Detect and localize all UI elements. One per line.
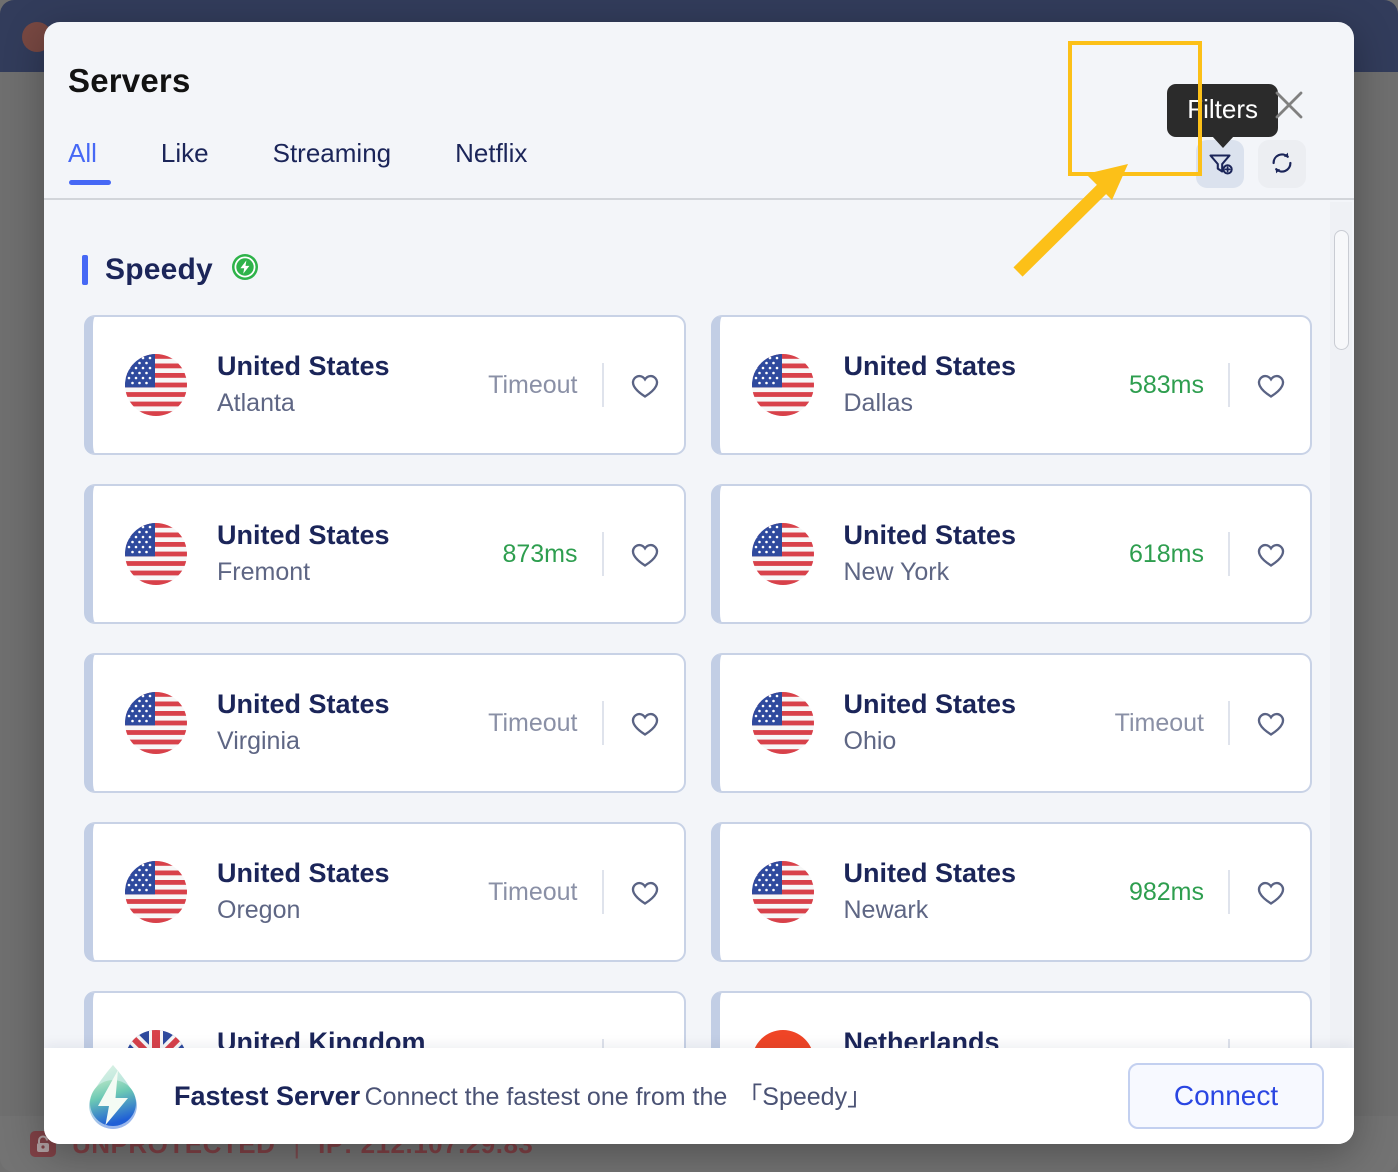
tab-streaming[interactable]: Streaming bbox=[273, 138, 392, 185]
favorite-heart-icon[interactable] bbox=[1254, 875, 1288, 909]
modal-header: Servers All Like Streaming Netflix Filte… bbox=[44, 22, 1354, 200]
card-divider bbox=[1228, 532, 1230, 576]
refresh-icon bbox=[1268, 149, 1296, 180]
card-divider bbox=[1228, 363, 1230, 407]
server-card[interactable]: United States New York 618ms bbox=[710, 484, 1312, 624]
tab-all[interactable]: All bbox=[68, 138, 111, 185]
tab-bar: All Like Streaming Netflix bbox=[68, 138, 527, 185]
us-flag-icon bbox=[125, 692, 187, 754]
server-city: Dallas bbox=[843, 389, 913, 418]
lightning-bolt-badge-icon bbox=[230, 252, 260, 287]
server-card[interactable]: United States Ohio Timeout bbox=[710, 653, 1312, 793]
tab-netflix[interactable]: Netflix bbox=[455, 138, 527, 185]
filter-add-icon bbox=[1206, 149, 1234, 180]
card-divider bbox=[601, 701, 604, 745]
server-latency: 873ms bbox=[502, 539, 578, 568]
us-flag-icon: ★★★★★★ bbox=[125, 354, 187, 416]
server-city: Atlanta bbox=[217, 389, 295, 418]
server-card[interactable]: Netherlands Amsterdam 782ms bbox=[710, 991, 1312, 1048]
server-city: Oregon bbox=[217, 896, 301, 925]
fastest-server-subtitle: Connect the fastest one from the 「Speedy」 bbox=[365, 1083, 873, 1111]
card-divider bbox=[601, 1039, 604, 1048]
card-divider bbox=[1228, 701, 1230, 745]
favorite-heart-icon[interactable] bbox=[1254, 706, 1288, 740]
fastest-server-title: Fastest Server bbox=[174, 1080, 361, 1111]
uk-flag-icon bbox=[125, 1030, 187, 1048]
server-country: United States bbox=[217, 858, 390, 889]
server-latency: Timeout bbox=[1114, 708, 1204, 737]
server-list-area: Speedy ★★★★★★ United States Atlanta bbox=[44, 200, 1354, 1048]
server-city: New York bbox=[843, 558, 950, 587]
us-flag-icon bbox=[125, 861, 187, 923]
favorite-heart-icon[interactable] bbox=[628, 368, 662, 402]
favorite-heart-icon[interactable] bbox=[628, 537, 662, 571]
server-latency: Timeout bbox=[488, 708, 578, 737]
fastest-server-subtitle-text: Connect the fastest one from the bbox=[364, 1082, 728, 1111]
server-latency: Timeout bbox=[488, 877, 578, 906]
fastest-server-bar: Fastest Server Connect the fastest one f… bbox=[44, 1048, 1354, 1144]
us-flag-icon bbox=[751, 523, 814, 585]
favorite-heart-icon[interactable] bbox=[1254, 537, 1288, 571]
server-card[interactable]: United States Dallas 583ms bbox=[710, 315, 1312, 455]
server-city: Fremont bbox=[217, 558, 311, 587]
server-latency: 618ms bbox=[1128, 539, 1204, 568]
server-latency: 583ms bbox=[1128, 370, 1204, 399]
server-grid: ★★★★★★ United States Atlanta Timeout Uni… bbox=[44, 287, 1354, 1048]
close-icon bbox=[1272, 88, 1306, 127]
fastest-server-subtitle-quoted: 「Speedy」 bbox=[737, 1082, 873, 1111]
server-city: Newark bbox=[843, 896, 929, 925]
server-card[interactable]: ★★★★★★ United States Atlanta Timeout bbox=[84, 315, 686, 455]
list-scrollbar-track[interactable] bbox=[1330, 202, 1352, 1048]
server-card[interactable]: United States Oregon Timeout bbox=[84, 822, 686, 962]
server-latency: 982ms bbox=[1128, 877, 1204, 906]
card-divider bbox=[1228, 1039, 1230, 1048]
section-accent-bar bbox=[82, 254, 88, 285]
server-country: United States bbox=[217, 351, 390, 382]
servers-modal: Servers All Like Streaming Netflix Filte… bbox=[44, 22, 1354, 1144]
server-card[interactable]: United States Fremont 873ms bbox=[84, 484, 686, 624]
favorite-heart-icon[interactable] bbox=[1254, 368, 1288, 402]
server-city: Ohio bbox=[843, 727, 897, 756]
page-title: Servers bbox=[68, 62, 191, 99]
card-divider bbox=[601, 363, 604, 407]
filters-tooltip: Filters bbox=[1167, 84, 1278, 137]
us-flag-icon bbox=[125, 523, 187, 585]
nl-flag-icon bbox=[751, 1030, 814, 1048]
list-scrollbar-thumb[interactable] bbox=[1334, 230, 1349, 350]
server-country: United States bbox=[843, 520, 1017, 551]
section-header-speedy: Speedy bbox=[44, 200, 1354, 287]
tab-like[interactable]: Like bbox=[161, 138, 209, 185]
server-country: United Kingdom bbox=[217, 1027, 426, 1048]
server-country: Netherlands bbox=[843, 1027, 1000, 1048]
connect-button[interactable]: Connect bbox=[1128, 1063, 1324, 1129]
favorite-heart-icon[interactable] bbox=[628, 875, 662, 909]
server-country: United States bbox=[217, 689, 390, 720]
server-country: United States bbox=[843, 689, 1017, 720]
server-card[interactable]: United States Newark 982ms bbox=[710, 822, 1312, 962]
server-card[interactable]: United Kingdom London Timeout bbox=[84, 991, 686, 1048]
fastest-server-droplet-icon bbox=[82, 1062, 144, 1130]
server-country: United States bbox=[843, 858, 1017, 889]
card-divider bbox=[601, 870, 604, 914]
refresh-button[interactable] bbox=[1258, 140, 1306, 188]
server-latency: Timeout bbox=[488, 370, 578, 399]
server-city: Virginia bbox=[217, 727, 300, 756]
server-country: United States bbox=[843, 351, 1017, 382]
favorite-heart-icon[interactable] bbox=[628, 706, 662, 740]
section-title: Speedy bbox=[105, 252, 213, 286]
server-country: United States bbox=[217, 520, 390, 551]
us-flag-icon bbox=[751, 354, 814, 416]
close-button[interactable] bbox=[1266, 84, 1312, 130]
us-flag-icon bbox=[751, 861, 814, 923]
card-divider bbox=[1228, 870, 1230, 914]
server-card[interactable]: United States Virginia Timeout bbox=[84, 653, 686, 793]
card-divider bbox=[601, 532, 604, 576]
us-flag-icon bbox=[751, 692, 814, 754]
